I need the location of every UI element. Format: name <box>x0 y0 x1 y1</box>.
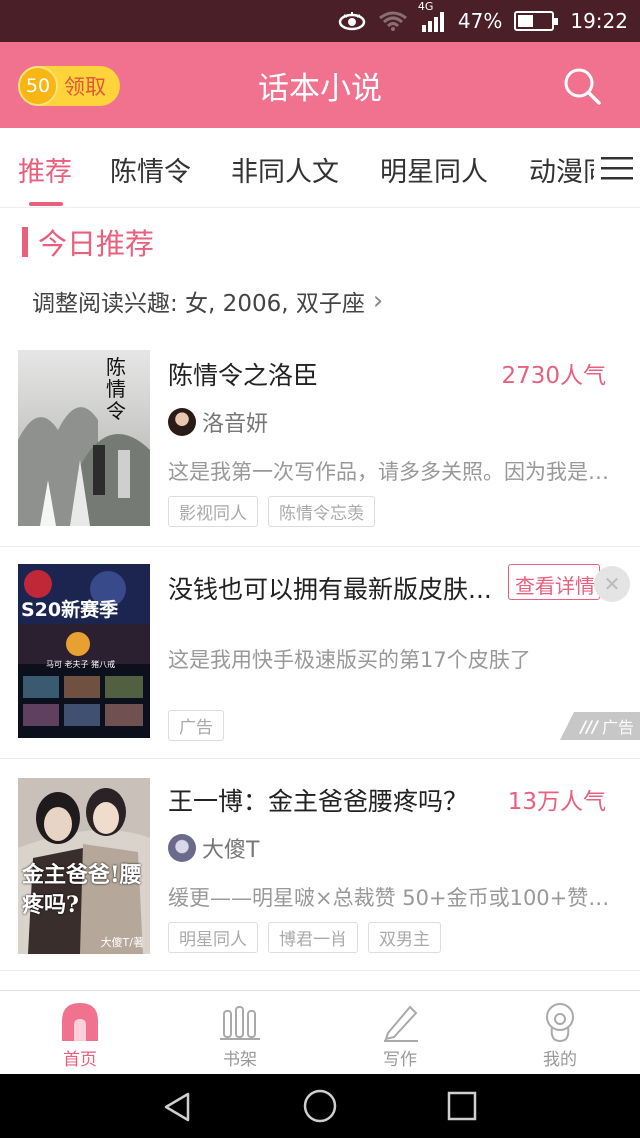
ad-label: 广告 <box>168 710 224 741</box>
book-description: 缓更——明星啵×总裁赞 50+金币或100+赞更新 <box>168 886 614 910</box>
status-bar: 4G 47% 19:22 <box>0 0 640 42</box>
ad-image: S20新赛季 马可 老夫子 猪八戒 <box>18 564 150 738</box>
profile-icon <box>546 1003 574 1043</box>
eye-icon <box>338 11 366 31</box>
tag[interactable]: 双男主 <box>368 922 441 953</box>
tag[interactable]: 明星同人 <box>168 922 258 953</box>
tag[interactable]: 影视同人 <box>168 496 258 527</box>
view-details-button[interactable]: 查看详情 <box>508 564 600 600</box>
claim-label: 领取 <box>64 75 106 99</box>
nav-home[interactable]: 首页 <box>0 991 160 1075</box>
app-title: 话本小说 <box>258 70 382 107</box>
tag-list: 明星同人 博君一肖 双男主 <box>168 922 451 953</box>
nav-write[interactable]: 写作 <box>320 991 480 1075</box>
home-icon <box>62 1003 98 1041</box>
nav-profile[interactable]: 我的 <box>480 991 640 1075</box>
category-tabs: 推荐 陈情令 非同人文 明星同人 动漫同 <box>0 128 640 208</box>
section-marker <box>22 227 28 257</box>
avatar <box>168 834 196 862</box>
tab-menu-button[interactable] <box>594 128 640 207</box>
nav-label: 书架 <box>223 1050 257 1070</box>
network-type-label: 4G <box>417 0 434 13</box>
popularity-count: 2730人气 <box>501 363 606 389</box>
tab-recommend[interactable]: 推荐 <box>18 150 72 189</box>
search-button[interactable] <box>562 66 602 106</box>
avatar <box>168 408 196 436</box>
chevron-right-icon: › <box>372 286 384 316</box>
tag[interactable]: 陈情令忘羡 <box>268 496 375 527</box>
nav-label: 首页 <box>63 1050 97 1070</box>
bottom-navigation: 首页 书架 写作 我的 <box>0 990 640 1074</box>
ad-description: 这是我用快手极速版买的第17个皮肤了 <box>168 648 531 672</box>
ad-title: 没钱也可以拥有最新版皮肤... <box>168 575 492 604</box>
book-cover: 金主爸爸!腰疼吗? 大傻T/著 <box>18 778 150 954</box>
book-card[interactable]: 金主爸爸!腰疼吗? 大傻T/著 王一博：金主爸爸腰疼吗？ 13万人气 大傻T 缓… <box>0 758 640 968</box>
section-title: 今日推荐 <box>22 222 154 262</box>
nav-label: 我的 <box>543 1050 577 1070</box>
claim-coins-button[interactable]: 50 领取 <box>18 66 120 106</box>
app-header: 50 领取 话本小说 <box>0 42 640 128</box>
back-icon[interactable] <box>160 1090 194 1124</box>
tag-list: 广告 <box>168 710 234 741</box>
close-icon: ✕ <box>603 572 621 596</box>
system-navigation-bar <box>0 1074 640 1138</box>
author-name: 洛音妍 <box>202 412 269 437</box>
clock: 19:22 <box>570 9 628 33</box>
book-cover: 陈情令 <box>18 350 150 526</box>
popularity-count: 13万人气 <box>507 789 606 815</box>
adjust-interest-link[interactable]: 调整阅读兴趣: 女, 2006, 双子座 › <box>32 284 383 318</box>
cover-title: 金主爸爸!腰疼吗? <box>22 862 142 918</box>
nav-bookshelf[interactable]: 书架 <box>160 991 320 1075</box>
close-ad-button[interactable]: ✕ <box>594 566 630 602</box>
recent-apps-icon[interactable] <box>446 1090 478 1122</box>
ad-corner-logo-icon: /// <box>580 716 598 736</box>
author-info: 洛音妍 <box>168 406 268 438</box>
book-title: 陈情令之洛臣 <box>168 361 319 390</box>
book-card[interactable]: 陈情令 陈情令之洛臣 2730人气 洛音妍 这是我第一次写作品，请多多关照。因为… <box>0 350 640 546</box>
cover-author: 大傻T/著 <box>100 936 144 949</box>
ad-corner-badge: /// 广告 <box>560 712 640 740</box>
tab-celebrity-fanfic[interactable]: 明星同人 <box>380 150 488 189</box>
wifi-icon <box>378 10 408 32</box>
pen-icon <box>384 1005 418 1042</box>
ad-image-caption: 马可 老夫子 猪八戒 <box>46 660 116 669</box>
cover-title: 陈情令 <box>106 355 126 423</box>
coin-amount: 50 <box>18 66 58 106</box>
search-icon <box>564 68 601 105</box>
tab-chenqingling[interactable]: 陈情令 <box>110 150 191 189</box>
signal-icon: 4G <box>418 0 446 32</box>
bookshelf-icon <box>220 1006 260 1040</box>
tab-original-fiction[interactable]: 非同人文 <box>231 150 339 189</box>
home-button-icon[interactable] <box>302 1088 338 1124</box>
author-name: 大傻T <box>202 838 260 863</box>
interest-text: 调整阅读兴趣: 女, 2006, 双子座 <box>32 291 365 317</box>
nav-label: 写作 <box>383 1050 417 1070</box>
section-title-text: 今日推荐 <box>38 227 155 261</box>
author-info: 大傻T <box>168 832 259 864</box>
ad-corner-label: 广告 <box>601 718 634 737</box>
divider <box>0 970 640 971</box>
book-description: 这是我第一次写作品，请多多关照。因为我是第一次写作品，所以 <box>168 460 614 484</box>
battery-icon <box>514 11 559 31</box>
menu-icon <box>601 157 633 180</box>
battery-percent: 47% <box>457 9 503 33</box>
book-title: 王一博：金主爸爸腰疼吗？ <box>168 787 469 816</box>
tag[interactable]: 博君一肖 <box>268 922 358 953</box>
tag-list: 影视同人 陈情令忘羡 <box>168 496 385 527</box>
ad-image-headline: S20新赛季 <box>21 599 119 621</box>
active-tab-indicator <box>29 202 63 206</box>
